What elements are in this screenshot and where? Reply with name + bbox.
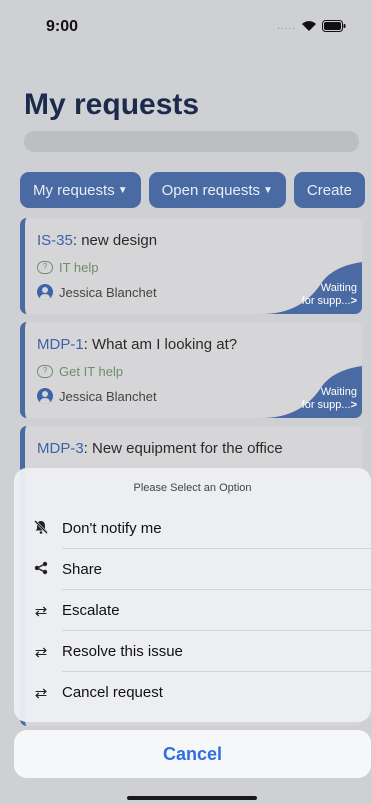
- chevron-down-icon: ▼: [263, 184, 273, 196]
- status-badge[interactable]: Waiting for supp...>: [262, 262, 362, 314]
- tab-label: Open requests: [161, 181, 261, 199]
- chevron-right-icon: >: [350, 295, 357, 307]
- request-key: IS-35: [37, 232, 73, 249]
- option-label: Cancel request: [62, 684, 163, 701]
- request-type: ? Get IT help: [37, 364, 123, 379]
- request-reporter: Jessica Blanchet: [37, 388, 157, 404]
- share-icon: [30, 561, 52, 579]
- status-line-2: for supp...: [301, 399, 351, 411]
- status-badge[interactable]: Waiting for supp...>: [262, 366, 362, 418]
- tab-create[interactable]: Create: [293, 172, 365, 208]
- request-title: MDP-3: New equipment for the office: [37, 440, 283, 457]
- request-type: ? IT help: [37, 260, 99, 275]
- chevron-right-icon: >: [350, 399, 357, 411]
- tab-open-requests[interactable]: Open requests ▼: [148, 172, 286, 208]
- page-title: My requests: [24, 88, 200, 121]
- filter-tabs: My requests ▼ Open requests ▼ Create: [20, 172, 365, 208]
- status-icons: .....: [277, 20, 346, 32]
- status-line-2: for supp...: [301, 295, 351, 307]
- reporter-name: Jessica Blanchet: [59, 284, 157, 300]
- option-escalate[interactable]: ⇄ Escalate: [14, 590, 371, 631]
- reporter-name: Jessica Blanchet: [59, 388, 157, 404]
- status-badge-text: Waiting for supp...>: [302, 282, 357, 308]
- option-cancel-request[interactable]: ⇄ Cancel request: [14, 672, 371, 713]
- signal-icon: .....: [277, 20, 296, 32]
- request-key: MDP-1: [37, 336, 84, 353]
- tab-my-requests[interactable]: My requests ▼: [20, 172, 141, 208]
- request-key: MDP-3: [37, 440, 84, 457]
- avatar-icon: [37, 388, 53, 404]
- bell-slash-icon: [30, 519, 52, 539]
- search-bar[interactable]: [24, 131, 359, 152]
- wifi-icon: [301, 20, 317, 32]
- option-label: Escalate: [62, 602, 120, 619]
- home-indicator[interactable]: [127, 796, 257, 800]
- status-badge-text: Waiting for supp...>: [302, 386, 357, 412]
- swap-arrows-icon: ⇄: [34, 684, 48, 702]
- status-time: 9:00: [46, 18, 79, 35]
- option-label: Don't notify me: [62, 520, 162, 537]
- request-reporter: Jessica Blanchet: [37, 284, 157, 300]
- swap-arrows-icon: ⇄: [34, 643, 48, 661]
- chevron-down-icon: ▼: [117, 184, 128, 196]
- request-card[interactable]: IS-35: new design ? IT help Jessica Blan…: [20, 218, 362, 314]
- option-label: Resolve this issue: [62, 643, 183, 660]
- help-chat-icon: ?: [37, 365, 53, 378]
- status-bar: 9:00 .....: [0, 0, 372, 52]
- option-dont-notify[interactable]: Don't notify me: [14, 508, 371, 549]
- option-label: Share: [62, 561, 103, 578]
- avatar-icon: [37, 284, 53, 300]
- request-title: MDP-1: What am I looking at?: [37, 336, 237, 353]
- swap-arrows-icon: ⇄: [34, 602, 48, 620]
- help-chat-icon: ?: [37, 261, 53, 274]
- action-sheet-title: Please Select an Option: [133, 482, 252, 494]
- screen: 9:00 ..... My requests My requests ▼ Ope…: [0, 0, 372, 804]
- tab-label: My requests: [33, 181, 115, 199]
- status-line-1: Waiting: [320, 282, 357, 294]
- option-share[interactable]: Share: [14, 549, 371, 590]
- request-title: IS-35: new design: [37, 232, 157, 249]
- action-sheet: Please Select an Option Don't notify me …: [14, 468, 371, 722]
- request-type-label: IT help: [59, 260, 99, 275]
- request-summary: : New equipment for the office: [83, 440, 283, 457]
- tab-label: Create: [306, 181, 352, 199]
- request-card[interactable]: MDP-1: What am I looking at? ? Get IT he…: [20, 322, 362, 418]
- request-summary: : new design: [72, 232, 158, 249]
- status-line-1: Waiting: [320, 386, 357, 398]
- battery-icon: [322, 20, 346, 32]
- cancel-button[interactable]: Cancel: [14, 730, 371, 778]
- request-type-label: Get IT help: [59, 364, 124, 379]
- option-resolve[interactable]: ⇄ Resolve this issue: [14, 631, 371, 672]
- request-summary: : What am I looking at?: [83, 336, 238, 353]
